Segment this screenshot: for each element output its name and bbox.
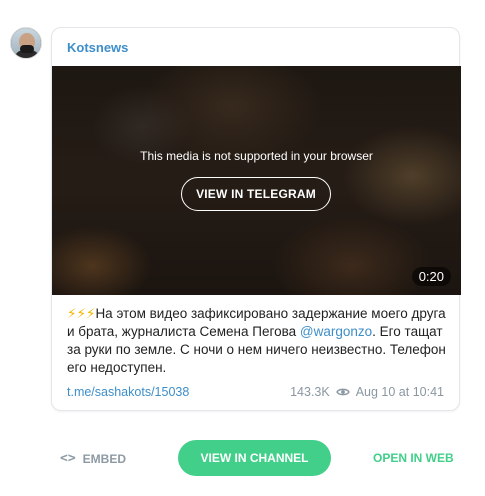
view-in-telegram-button[interactable]: VIEW IN TELEGRAM [181,177,331,211]
media-unsupported-message: This media is not supported in your brow… [140,149,373,163]
post-date[interactable]: Aug 10 at 10:41 [356,385,444,399]
lightning-emoji: ⚡⚡⚡ [67,306,96,321]
message-text: ⚡⚡⚡На этом видео зафиксировано задержани… [67,305,452,377]
channel-name-link[interactable]: Kotsnews [67,40,128,55]
views-count: 143.3K [290,385,330,399]
mention-link[interactable]: @wargonzo [300,324,372,339]
view-in-channel-button[interactable]: VIEW IN CHANNEL [178,440,331,476]
action-bar: <> EMBED VIEW IN CHANNEL OPEN IN WEB [0,438,485,478]
post-permalink[interactable]: t.me/sashakots/15038 [67,385,189,399]
channel-avatar[interactable] [10,27,42,59]
eye-icon [335,388,350,396]
post-meta: 143.3K Aug 10 at 10:41 [290,385,444,399]
code-icon: <> [60,451,76,466]
avatar-face-mask [20,45,34,53]
message-card: Kotsnews This media is not supported in … [51,27,461,411]
open-in-web-button[interactable]: OPEN IN WEB [373,451,454,465]
embed-label: EMBED [82,451,126,466]
video-duration-badge: 0:20 [411,267,451,286]
video-media[interactable]: This media is not supported in your brow… [52,66,461,295]
embed-button[interactable]: <> EMBED [60,451,126,466]
